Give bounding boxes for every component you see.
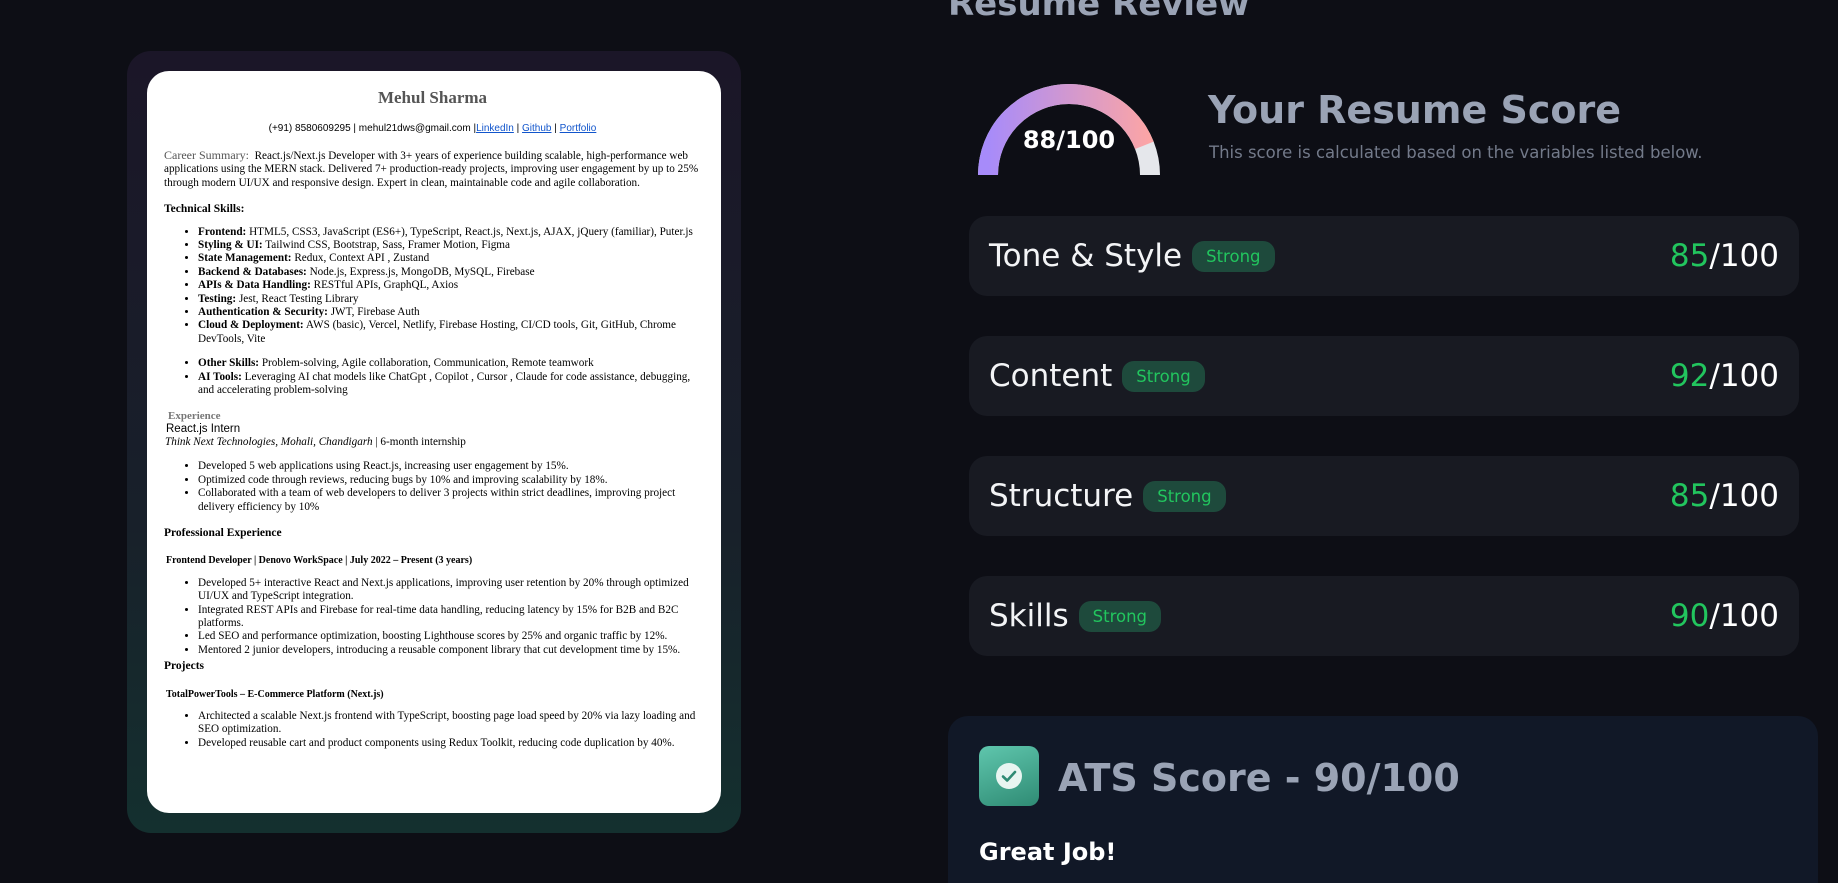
category-score-value: 85 [1669,238,1710,274]
resume-list-item: State Management: Redux, Context API , Z… [198,252,701,265]
resume-list-item: Authentication & Security: JWT, Firebase… [198,306,701,319]
resume-name: Mehul Sharma [377,88,488,107]
resume-intern-duration: | 6-month internship [372,435,466,448]
resume-list-item: APIs & Data Handling: RESTful APIs, Grap… [198,279,701,292]
resume-other-skills-list: Other Skills: Problem-solving, Agile col… [198,357,701,397]
resume-list-item: Developed 5 web applications using React… [198,460,701,473]
category-name: Content [989,358,1113,394]
resume-list-item: Testing: Jest, React Testing Library [198,293,701,306]
resume-list-item: Developed reusable cart and product comp… [198,737,701,750]
category-score-max: /100 [1709,358,1779,394]
category-card-skills: Skills Strong 90/100 [969,576,1799,656]
category-score: 92/100 [1670,358,1779,394]
resume-contact-text: (+91) 8580609295 | mehul21dws@gmail.com … [268,123,477,134]
category-name: Skills [989,598,1069,634]
resume-prof-points: Developed 5+ interactive React and Next.… [198,577,701,657]
resume-list-item: Frontend: HTML5, CSS3, JavaScript (ES6+)… [198,226,701,239]
resume-intern-points: Developed 5 web applications using React… [198,460,701,514]
category-score: 85/100 [1670,478,1779,514]
resume-skills-list: Frontend: HTML5, CSS3, JavaScript (ES6+)… [198,226,701,347]
category-name: Tone & Style [989,238,1183,274]
category-badge: Strong [1078,600,1162,632]
category-badge: Strong [1192,240,1275,272]
resume-list-item: Optimized code through reviews, reducing… [198,474,701,487]
category-badge: Strong [1122,360,1205,392]
resume-prof-role: Frontend Developer | Denovo WorkSpace | … [166,555,473,567]
score-title: Your Resume Score [1208,88,1621,132]
gauge-score-label: 88/100 [1022,126,1116,154]
category-card-structure: Structure Strong 85/100 [969,456,1799,536]
resume-preview[interactable]: Mehul Sharma (+91) 8580609295 | mehul21d… [127,51,741,833]
resume-summary-label: Career Summary: [164,148,249,162]
resume-projects-heading: Projects [164,660,205,673]
resume-link-github[interactable]: Github [522,123,551,134]
resume-intern-company-name: Think Next Technologies, Mohali, Chandig… [165,435,373,448]
resume-contact: (+91) 8580609295 | mehul21dws@gmail.com … [268,123,597,134]
resume-prof-heading: Professional Experience [164,526,282,539]
check-circle-icon [979,746,1039,806]
category-card-tone-style: Tone & Style Strong 85/100 [969,216,1799,296]
resume-list-item: Other Skills: Problem-solving, Agile col… [198,357,701,370]
resume-skills-heading: Technical Skills: [164,203,245,216]
resume-list-item: Mentored 2 junior developers, introducin… [198,644,701,657]
category-score-value: 92 [1669,358,1710,394]
resume-link-linkedin[interactable]: LinkedIn [476,123,514,134]
resume-list-item: Integrated REST APIs and Firebase for re… [198,604,701,631]
category-score-max: /100 [1709,238,1779,274]
category-score-value: 85 [1669,478,1710,514]
resume-list-item: Backend & Databases: Node.js, Express.js… [198,266,701,279]
page-title: Resume Review [948,0,1250,24]
resume-list-item: Styling & UI: Tailwind CSS, Bootstrap, S… [198,239,701,252]
resume-project-title: TotalPowerTools – E-Commerce Platform (N… [166,688,384,700]
resume-summary: Career Summary: React.js/Next.js Develop… [164,148,701,190]
category-score: 90/100 [1670,598,1779,634]
ats-subtitle: Great Job! [979,838,1117,866]
ats-card: ATS Score - 90/100 Great Job! [948,716,1818,883]
category-score-value: 90 [1669,598,1710,634]
resume-experience-label: Experience [168,409,221,422]
resume-list-item: AI Tools: Leveraging AI chat models like… [198,371,701,398]
resume-list-item: Collaborated with a team of web develope… [198,487,701,514]
resume-intern-role: React.js Intern [166,422,241,435]
score-description: This score is calculated based on the va… [1209,143,1703,162]
resume-list-item: Architected a scalable Next.js frontend … [198,710,701,737]
ats-title: ATS Score - 90/100 [1058,756,1460,800]
category-score-max: /100 [1709,598,1779,634]
resume-list-item: Developed 5+ interactive React and Next.… [198,577,701,604]
category-card-content: Content Strong 92/100 [969,336,1799,416]
resume-list-item: Cloud & Deployment: AWS (basic), Vercel,… [198,319,701,346]
resume-page: Mehul Sharma (+91) 8580609295 | mehul21d… [147,71,721,813]
category-badge: Strong [1143,480,1226,512]
resume-project-points: Architected a scalable Next.js frontend … [198,710,701,750]
resume-list-item: Led SEO and performance optimization, bo… [198,630,701,643]
resume-link-portfolio[interactable]: Portfolio [560,123,597,134]
category-score: 85/100 [1670,238,1779,274]
resume-intern-company: Think Next Technologies, Mohali, Chandig… [165,436,701,449]
category-name: Structure [989,478,1134,514]
category-score-max: /100 [1709,478,1779,514]
